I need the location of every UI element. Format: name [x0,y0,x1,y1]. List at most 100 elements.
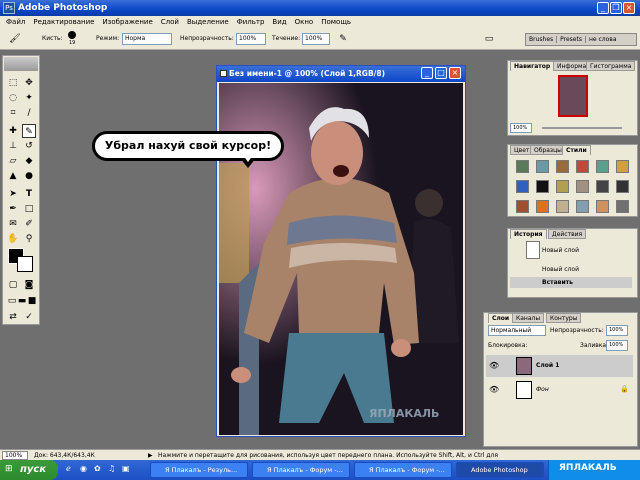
blur-tool-icon[interactable]: ▲ [6,169,20,183]
tab-layers[interactable]: Слои [488,313,514,323]
tab-history[interactable]: История [510,229,547,239]
style-swatch[interactable] [616,160,629,173]
quicklaunch-icon[interactable]: ◉ [80,464,87,473]
task-button[interactable]: Я Плакалъ - Форум -... [354,462,452,478]
history-item[interactable]: Новый слой [542,266,579,273]
fill-field[interactable]: 100% [606,340,628,351]
quick-mask-mode-icon[interactable]: ◙ [22,278,36,292]
airbrush-icon[interactable]: ✎ [336,32,350,46]
minimize-icon[interactable]: _ [597,2,609,14]
mode-select[interactable]: Норма [122,33,172,45]
visibility-eye-icon[interactable]: 👁 [489,361,499,370]
close-icon[interactable]: × [623,2,635,14]
style-swatch[interactable] [536,160,549,173]
history-brush-tool-icon[interactable]: ↺ [22,139,36,153]
slice-tool-icon[interactable]: ∕ [22,106,36,120]
pen-tool-icon[interactable]: ✒ [6,202,20,216]
brush-tool-preset-icon[interactable]: 🖌 [8,32,22,46]
history-item-selected[interactable]: Вставить [510,277,632,288]
doc-maximize-icon[interactable]: □ [435,67,447,79]
navigator-zoom-field[interactable]: 100% [510,123,532,133]
status-zoom-field[interactable]: 100% [2,451,28,460]
brush-tool-icon[interactable]: ✎ [22,124,36,138]
quicklaunch-icon[interactable]: ✿ [94,464,101,473]
style-swatch[interactable] [616,200,629,213]
layer-row-selected[interactable]: 👁 Слой 1 [486,355,633,377]
tab-paths[interactable]: Контуры [546,313,582,323]
magic-wand-tool-icon[interactable]: ✦ [22,91,36,105]
dodge-tool-icon[interactable]: ● [22,169,36,183]
jump-to-imageready-icon[interactable]: ⇄ [6,310,20,324]
style-swatch[interactable] [556,200,569,213]
style-swatch[interactable] [576,160,589,173]
tab-actions[interactable]: Действия [548,229,587,239]
marquee-tool-icon[interactable]: ⬚ [6,76,20,90]
menu-layer[interactable]: Слой [157,18,183,26]
task-button[interactable]: Я Плакалъ - Форум -... [252,462,350,478]
style-swatch[interactable] [516,160,529,173]
style-swatch[interactable] [536,200,549,213]
style-swatch[interactable] [576,180,589,193]
menu-help[interactable]: Помощь [317,18,355,26]
notes-tool-icon[interactable]: ✉ [6,217,20,231]
zoom-tool-icon[interactable]: ⚲ [22,232,36,246]
paint-bucket-tool-icon[interactable]: ◆ [22,154,36,168]
palette-well-other[interactable]: не слова [586,36,620,43]
style-swatch[interactable] [556,160,569,173]
style-swatch[interactable] [576,200,589,213]
menu-file[interactable]: Файл [2,18,29,26]
shape-tool-icon[interactable]: □ [22,202,36,216]
task-button[interactable]: Я Плакалъ - Резуль... [150,462,248,478]
style-swatch[interactable] [596,200,609,213]
style-swatch[interactable] [536,180,549,193]
blend-mode-select[interactable]: Нормальный [488,325,546,336]
tab-swatches[interactable]: Образцы [530,145,566,155]
quicklaunch-ie-icon[interactable]: ℯ [66,464,71,473]
standard-mode-icon[interactable]: ▢ [6,278,20,292]
lasso-tool-icon[interactable]: ◌ [6,91,20,105]
crop-tool-icon[interactable]: ⌗ [6,106,20,120]
style-swatch[interactable] [556,180,569,193]
eyedropper-tool-icon[interactable]: ✐ [22,217,36,231]
style-swatch[interactable] [516,200,529,213]
quicklaunch-icon[interactable]: ▣ [122,464,130,473]
check-icon[interactable]: ✓ [22,310,36,324]
history-snapshot-thumb[interactable] [526,241,540,259]
tab-navigator[interactable]: Навигатор [510,61,555,71]
hand-tool-icon[interactable]: ✋ [6,232,20,246]
style-swatch[interactable] [596,180,609,193]
tab-channels[interactable]: Каналы [512,313,545,323]
tab-styles[interactable]: Стили [562,145,591,155]
brush-preview-icon[interactable] [68,31,76,39]
palette-well-brushes[interactable]: Brushes [526,36,558,43]
task-button-photoshop[interactable]: Adobe Photoshop [456,462,544,478]
screen-mode-full-icon[interactable]: ■ [25,294,39,308]
style-swatch[interactable] [616,180,629,193]
layer-opacity-field[interactable]: 100% [606,325,628,336]
doc-minimize-icon[interactable]: _ [421,67,433,79]
menu-window[interactable]: Окно [291,18,318,26]
eraser-tool-icon[interactable]: ▱ [6,154,20,168]
opacity-field[interactable]: 100% [236,33,266,45]
menu-filter[interactable]: Фильтр [233,18,269,26]
menu-view[interactable]: Вид [268,18,290,26]
quicklaunch-icon[interactable]: ♫ [108,464,115,473]
menu-image[interactable]: Изображение [98,18,156,26]
clone-stamp-tool-icon[interactable]: ⊥ [6,139,20,153]
restore-icon[interactable]: ❐ [610,2,622,14]
style-swatch[interactable] [516,180,529,193]
visibility-eye-icon[interactable]: 👁 [489,385,499,394]
palette-well-presets[interactable]: Presets [557,36,586,43]
move-tool-icon[interactable]: ✥ [22,76,36,90]
healing-brush-tool-icon[interactable]: ✚ [6,124,20,138]
navigator-zoom-slider[interactable] [542,127,622,129]
doc-close-icon[interactable]: × [449,67,461,79]
path-selection-tool-icon[interactable]: ➤ [6,187,20,201]
background-color-swatch[interactable] [17,256,33,272]
type-tool-icon[interactable]: T [22,187,36,201]
file-browser-icon[interactable]: ▭ [482,32,496,46]
style-swatch[interactable] [596,160,609,173]
navigator-thumbnail[interactable] [558,75,588,117]
history-item[interactable]: Новый слой [542,247,579,254]
flow-field[interactable]: 100% [302,33,330,45]
